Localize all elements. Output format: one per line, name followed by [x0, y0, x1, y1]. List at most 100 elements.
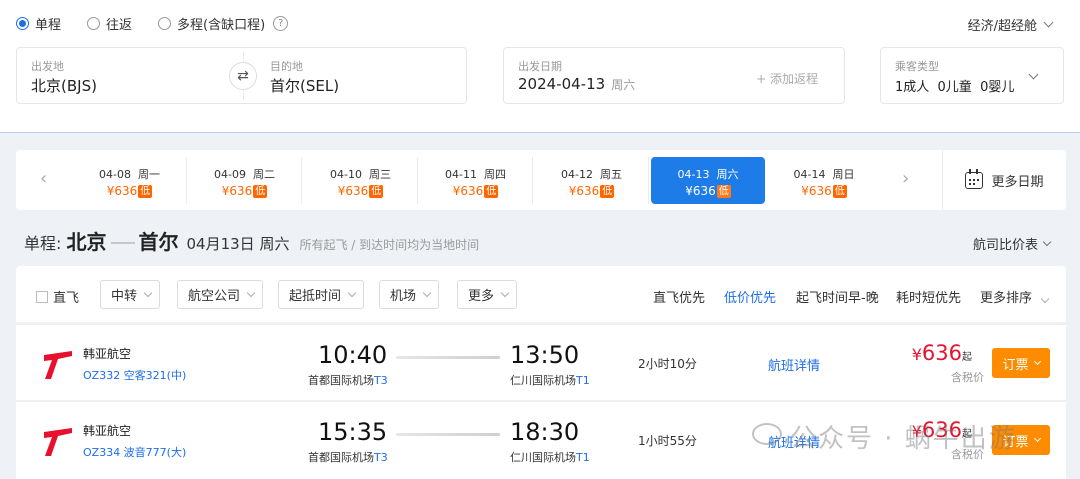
date-option[interactable]: 04-10 周三 ¥636 低 [304, 157, 418, 204]
route-heading: 单程: 北京 首尔 04月13日 周六 所有起飞 / 到达时间均为当地时间 [24, 226, 479, 255]
radio-icon [158, 17, 172, 30]
date-option[interactable]: 04-08 周一 ¥636 低 [73, 157, 187, 204]
chevron-down-icon [1033, 434, 1041, 442]
flight-row[interactable]: 韩亚航空 OZ334 波音777(大) 15:35 首都国际机场T3 18:30… [16, 401, 1066, 479]
filter-label: 更多 [468, 289, 495, 304]
filter-time[interactable]: 起抵时间 [278, 280, 365, 309]
asiana-wing-icon [44, 428, 72, 456]
more-dates-label: 更多日期 [991, 174, 1044, 190]
question-circle-icon[interactable]: ? [273, 16, 289, 31]
depart-date-box[interactable]: 出发日期 2024-04-13 周六 + 添加返程 [503, 47, 845, 104]
flight-row[interactable]: 韩亚航空 OZ332 空客321(中) 10:40 首都国际机场T3 13:50… [16, 324, 1066, 400]
terminal: T1 [576, 374, 590, 387]
date-label: 04-13 周六 [677, 168, 739, 181]
price-from: 起 [962, 352, 972, 363]
terminal: T3 [374, 374, 388, 387]
departure-airport: 首都国际机场T3 [308, 372, 388, 388]
sort-shortest-duration[interactable]: 耗时短优先 [896, 287, 961, 306]
terminal: T3 [374, 451, 388, 464]
airport-name: 仁川国际机场 [510, 374, 576, 387]
trip-type-label: 往返 [106, 18, 133, 33]
trip-type-oneway[interactable]: 单程 [16, 14, 61, 33]
date-price: ¥636 [337, 184, 369, 198]
date-label: 04-08 周一 [99, 168, 160, 181]
date-label: 04-10 周三 [330, 168, 391, 181]
depart-date-value: 2024-04-13 [518, 75, 606, 93]
depart-weekday: 周六 [611, 78, 636, 92]
more-dates-button[interactable]: 更多日期 [942, 150, 1066, 210]
route-prefix: 单程: [24, 234, 62, 253]
flight-duration: 1小时55分 [638, 434, 697, 448]
chevron-right-icon[interactable]: › [902, 168, 909, 189]
passenger-box[interactable]: 乘客类型 1成人 0儿童 0婴儿 [880, 47, 1064, 104]
flight-line [396, 356, 500, 359]
chevron-down-icon [246, 288, 256, 297]
airport-name: 仁川国际机场 [510, 451, 576, 464]
cabin-select[interactable]: 经济/超经舱 [968, 15, 1054, 34]
sort-direct-first[interactable]: 直飞优先 [653, 287, 705, 306]
departure-airport: 首都国际机场T3 [308, 449, 388, 465]
add-return-button[interactable]: + 添加返程 [756, 70, 818, 87]
date-price: ¥636 [801, 184, 832, 198]
trip-type-label: 多程(含缺口程) [177, 18, 266, 33]
compare-label: 航司比价表 [972, 238, 1038, 253]
book-button[interactable]: 订票 [992, 425, 1050, 455]
low-badge: 低 [716, 185, 731, 198]
filter-label: 机场 [390, 289, 417, 304]
route-date: 04月13日 周六 [186, 235, 290, 253]
date-price: ¥636 [452, 184, 484, 198]
flight-detail-link[interactable]: 航班详情 [768, 432, 820, 451]
low-badge: 低 [484, 185, 499, 198]
filter-more[interactable]: 更多 [457, 280, 518, 309]
origin-destination-box: 出发地 北京(BJS) ⇄ 目的地 首尔(SEL) [16, 47, 467, 104]
route-to: 首尔 [138, 230, 179, 254]
low-badge: 低 [832, 185, 847, 198]
date-price: ¥636 [685, 184, 716, 198]
date-option-selected[interactable]: 04-13 周六 ¥636 低 [651, 157, 765, 204]
sort-lowest-price[interactable]: 低价优先 [724, 287, 776, 306]
book-label: 订票 [1002, 434, 1029, 450]
low-badge: 低 [369, 185, 384, 198]
origin-label: 出发地 [31, 60, 64, 73]
book-button[interactable]: 订票 [992, 348, 1050, 378]
flight-duration: 2小时10分 [638, 357, 697, 371]
sort-departure-time[interactable]: 起飞时间早-晚 [796, 287, 879, 306]
trip-type-label: 单程 [35, 18, 62, 33]
flight-number[interactable]: OZ334 波音777(大) [83, 444, 186, 460]
chevron-down-icon [1033, 357, 1041, 365]
low-badge: 低 [600, 185, 615, 198]
swap-arrows-icon[interactable]: ⇄ [229, 62, 257, 90]
tax-note: 含税价 [951, 448, 984, 461]
date-option[interactable]: 04-12 周五 ¥636 低 [535, 157, 649, 204]
departure-time: 10:40 [318, 341, 388, 369]
date-option[interactable]: 04-09 周二 ¥636 低 [188, 157, 302, 204]
currency: ¥ [911, 345, 922, 364]
date-option[interactable]: 04-11 周四 ¥636 低 [419, 157, 533, 204]
flight-price: ¥636起 [912, 418, 972, 442]
airport-name: 首都国际机场 [308, 374, 374, 387]
date-label: 04-14 周日 [793, 168, 855, 181]
filter-airport[interactable]: 机场 [379, 280, 440, 309]
route-note: 所有起飞 / 到达时间均为当地时间 [299, 238, 480, 252]
price-from: 起 [962, 429, 972, 440]
filter-transfer[interactable]: 中转 [100, 280, 161, 309]
airline-name: 韩亚航空 [83, 424, 132, 438]
arrival-time: 13:50 [510, 341, 580, 369]
depart-date-field[interactable]: 2024-04-13 周六 [518, 75, 635, 93]
flight-number[interactable]: OZ332 空客321(中) [83, 367, 186, 383]
trip-type-multi[interactable]: 多程(含缺口程) [158, 14, 265, 33]
filter-airline[interactable]: 航空公司 [177, 280, 264, 309]
chevron-down-icon [500, 288, 510, 297]
origin-field[interactable]: 北京(BJS) [31, 75, 97, 96]
date-option[interactable]: 04-14 周日 ¥636 低 [767, 157, 881, 204]
direct-only-checkbox[interactable]: 直飞 [36, 287, 79, 306]
destination-field[interactable]: 首尔(SEL) [270, 75, 339, 96]
chevron-down-icon [1042, 237, 1052, 246]
trip-type-roundtrip[interactable]: 往返 [87, 14, 132, 33]
chevron-left-icon[interactable]: ‹ [40, 168, 47, 189]
sort-more[interactable]: 更多排序 [980, 287, 1050, 306]
airline-compare-button[interactable]: 航司比价表 [972, 234, 1052, 253]
price-value: 636 [921, 341, 962, 365]
flight-detail-link[interactable]: 航班详情 [768, 355, 820, 374]
passenger-value: 1成人 0儿童 0婴儿 [895, 80, 1015, 95]
